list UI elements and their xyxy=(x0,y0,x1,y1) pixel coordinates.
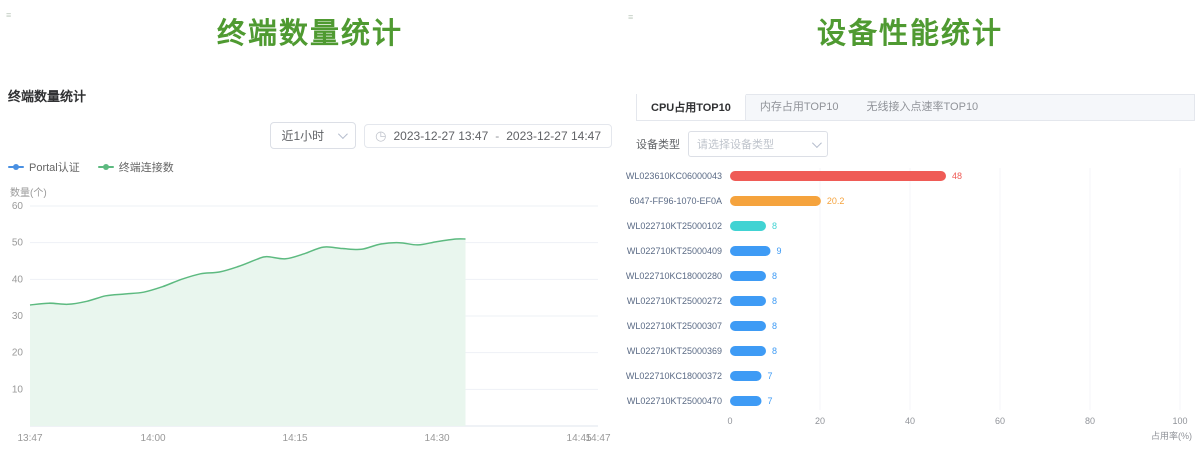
terminal-count-panel: ≡ 终端数量统计 终端数量统计 近1小时 ◷ 2023-12-27 13:47 … xyxy=(0,0,620,456)
bar xyxy=(730,296,766,306)
x-tick-label: 20 xyxy=(815,416,825,426)
legend-marker xyxy=(98,166,114,168)
tab-cpu-top10[interactable]: CPU占用TOP10 xyxy=(637,94,746,120)
bar-value-label: 8 xyxy=(772,321,777,331)
bar-value-label: 7 xyxy=(768,371,773,381)
device-type-select[interactable]: 请选择设备类型 xyxy=(688,131,828,157)
tab-ap-rate-top10[interactable]: 无线接入点速率TOP10 xyxy=(853,95,993,120)
x-tick-label: 14:30 xyxy=(425,433,450,444)
bar-category-label: WL022710KT25000409 xyxy=(627,246,722,256)
legend-marker xyxy=(8,166,24,168)
y-tick-label: 60 xyxy=(12,201,24,212)
clock-icon: ◷ xyxy=(375,129,386,142)
x-tick-label: 60 xyxy=(995,416,1005,426)
device-performance-panel: ≡ 设备性能统计 CPU占用TOP10 内存占用TOP10 无线接入点速率TOP… xyxy=(620,0,1200,456)
y-tick-label: 50 xyxy=(12,238,24,249)
bar-category-label: 6047-FF96-1070-EF0A xyxy=(629,196,722,206)
cpu-top10-bar-chart: 0 20 40 60 80 100 占用率(%) WL023610KC06000043 48 60… xyxy=(620,162,1200,452)
chevron-down-icon xyxy=(812,138,822,148)
device-type-label: 设备类型 xyxy=(636,136,680,152)
bar-category-label: WL022710KT25000102 xyxy=(627,221,722,231)
bar-value-label: 7 xyxy=(768,396,773,406)
y-tick-label: 10 xyxy=(12,384,24,395)
bar xyxy=(730,346,766,356)
time-range-select[interactable]: 近1小时 xyxy=(270,122,356,149)
bar-category-label: WL022710KT25000369 xyxy=(627,346,722,356)
time-range-value: 近1小时 xyxy=(281,127,324,144)
bar-category-label: WL023610KC06000043 xyxy=(626,171,722,181)
date-separator: - xyxy=(495,129,499,143)
bar xyxy=(730,171,946,181)
x-tick-label: 14:47 xyxy=(585,433,610,444)
date-end: 2023-12-27 14:47 xyxy=(506,129,601,143)
device-type-placeholder: 请选择设备类型 xyxy=(697,136,774,152)
area-chart-svg: 10203040506013:4714:0014:1514:3014:4514:… xyxy=(0,196,620,446)
x-tick-label: 40 xyxy=(905,416,915,426)
bar-value-label: 9 xyxy=(777,246,782,256)
bar-value-label: 20.2 xyxy=(827,196,845,206)
bar xyxy=(730,221,766,231)
y-tick-label: 20 xyxy=(12,348,24,359)
bar xyxy=(730,196,821,206)
bar-value-label: 8 xyxy=(772,346,777,356)
tab-memory-top10[interactable]: 内存占用TOP10 xyxy=(746,95,853,120)
x-axis-label: 占用率(%) xyxy=(1151,430,1192,441)
bar-chart-svg: 0 20 40 60 80 100 占用率(%) WL023610KC06000043 48 60… xyxy=(620,162,1200,452)
legend-item-portal[interactable]: Portal认证 xyxy=(8,159,80,175)
x-tick-label: 14:15 xyxy=(283,433,308,444)
legend-label: 终端连接数 xyxy=(119,159,174,175)
bar xyxy=(730,396,762,406)
date-start: 2023-12-27 13:47 xyxy=(394,129,489,143)
x-tick-label: 100 xyxy=(1172,416,1187,426)
bar-category-label: WL022710KC18000280 xyxy=(626,271,722,281)
bar-value-label: 8 xyxy=(772,271,777,281)
legend-label: Portal认证 xyxy=(29,159,80,175)
x-tick-label: 14:00 xyxy=(141,433,166,444)
bar-category-label: WL022710KC18000372 xyxy=(626,371,722,381)
top10-tabs: CPU占用TOP10 内存占用TOP10 无线接入点速率TOP10 xyxy=(636,94,1195,121)
page-title-right: 设备性能统计 xyxy=(620,10,1200,52)
bar-value-label: 8 xyxy=(772,221,777,231)
date-range-picker[interactable]: ◷ 2023-12-27 13:47 - 2023-12-27 14:47 xyxy=(364,124,612,148)
bar xyxy=(730,321,766,331)
bar xyxy=(730,271,766,281)
y-tick-label: 40 xyxy=(12,274,24,285)
page-title-left: 终端数量统计 xyxy=(0,10,620,52)
area-fill xyxy=(30,239,466,426)
chart-legend: Portal认证 终端连接数 xyxy=(8,159,174,175)
x-tick-label: 80 xyxy=(1085,416,1095,426)
legend-item-terminal[interactable]: 终端连接数 xyxy=(98,159,174,175)
x-tick-label: 0 xyxy=(727,416,732,426)
bar-category-label: WL022710KT25000470 xyxy=(627,396,722,406)
device-type-filter: 设备类型 请选择设备类型 xyxy=(636,131,828,157)
section-title: 终端数量统计 xyxy=(8,86,86,105)
bar-category-label: WL022710KT25000272 xyxy=(627,296,722,306)
y-tick-label: 30 xyxy=(12,311,24,322)
chart-controls: 近1小时 ◷ 2023-12-27 13:47 - 2023-12-27 14:… xyxy=(270,122,612,149)
bar xyxy=(730,246,771,256)
chevron-down-icon xyxy=(338,129,348,139)
bar-category-label: WL022710KT25000307 xyxy=(627,321,722,331)
bar-value-label: 48 xyxy=(952,171,962,181)
x-tick-label: 13:47 xyxy=(17,433,42,444)
bar-value-label: 8 xyxy=(772,296,777,306)
terminal-count-area-chart: 10203040506013:4714:0014:1514:3014:4514:… xyxy=(0,196,620,446)
bar xyxy=(730,371,762,381)
